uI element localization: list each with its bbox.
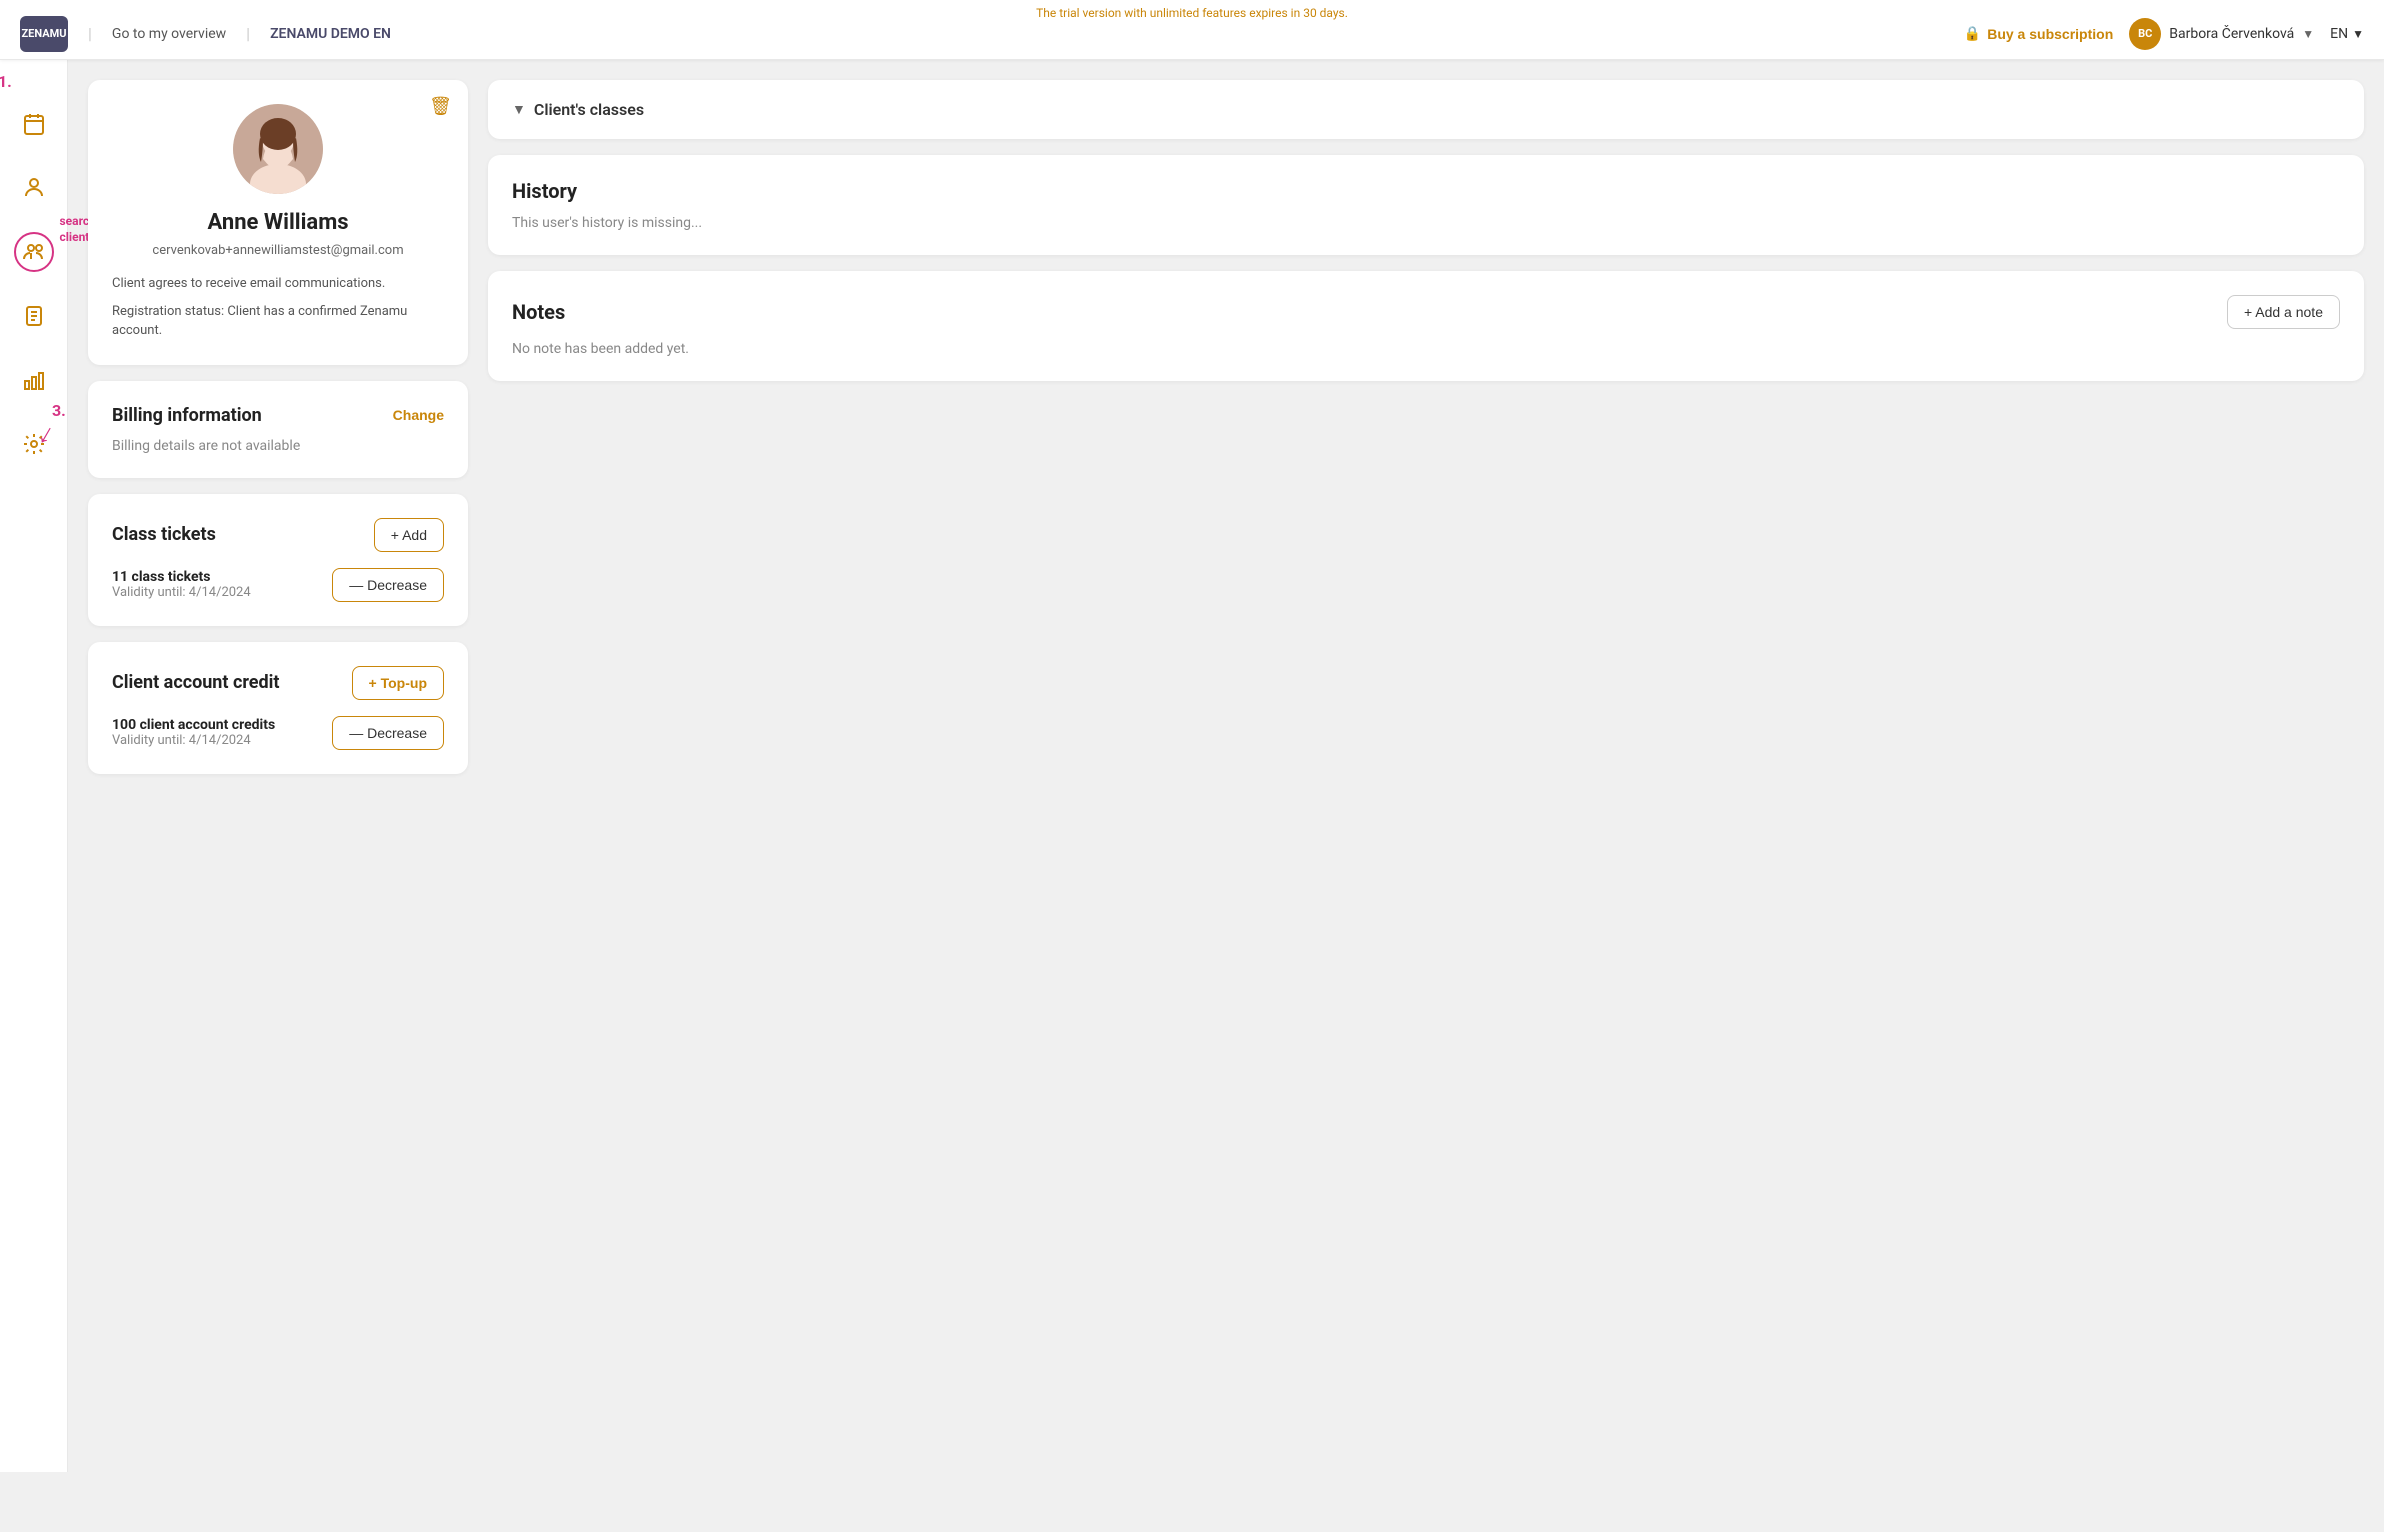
billing-detail: Billing details are not available (112, 438, 444, 454)
demo-label: ZENAMU DEMO EN (270, 26, 391, 42)
trial-banner: The trial version with unlimited feature… (1036, 6, 1348, 20)
class-tickets-card: Class tickets + Add 11 class tickets Val… (88, 494, 468, 626)
notes-empty-message: No note has been added yet. (512, 341, 2340, 357)
sidebar-item-analytics[interactable] (14, 360, 54, 400)
step3-annotation: 3. (52, 401, 66, 420)
lock-icon: 🔒 (1964, 25, 1981, 42)
sidebar-item-calendar[interactable] (14, 104, 54, 144)
language-selector[interactable]: EN ▼ (2330, 26, 2364, 42)
sidebar-item-person[interactable] (14, 168, 54, 208)
profile-email: cervenkovab+annewilliamstest@gmail.com (112, 243, 444, 258)
add-note-button[interactable]: + Add a note (2227, 295, 2340, 329)
sidebar: 1. 2. search forclient's name (0, 60, 68, 1472)
step1-annotation: 1. (0, 72, 12, 91)
add-ticket-button[interactable]: + Add (374, 518, 444, 552)
chevron-down-icon-classes: ▼ (512, 101, 526, 118)
ticket-validity: Validity until: 4/14/2024 (112, 585, 251, 600)
decrease-ticket-button[interactable]: — Decrease (332, 568, 444, 602)
billing-change-button[interactable]: Change (393, 407, 444, 423)
history-card: History This user's history is missing..… (488, 155, 2364, 255)
credit-count: 100 client account credits (112, 717, 275, 733)
nav-divider-2: | (246, 24, 250, 43)
client-credit-card: Client account credit + Top-up 100 clien… (88, 642, 468, 774)
nav-divider: | (88, 24, 92, 43)
buy-subscription-button[interactable]: 🔒 Buy a subscription (1964, 25, 2113, 42)
sidebar-item-clients[interactable] (14, 232, 54, 272)
credit-validity: Validity until: 4/14/2024 (112, 733, 275, 748)
clients-classes-card[interactable]: ▼ Client's classes (488, 80, 2364, 139)
profile-name: Anne Williams (112, 210, 444, 235)
profile-card: 🗑 Anne Williams cervenkovab+an (88, 80, 468, 365)
user-name: Barbora Červenková (2169, 26, 2294, 42)
profile-consent-note: Client agrees to receive email communica… (112, 274, 444, 341)
billing-title: Billing information (112, 405, 262, 426)
go-to-overview-link[interactable]: Go to my overview (112, 26, 226, 42)
sidebar-item-clipboard[interactable] (14, 296, 54, 336)
clients-classes-label: Client's classes (534, 100, 644, 119)
chevron-down-icon: ▼ (2302, 27, 2314, 41)
left-column: 🗑 Anne Williams cervenkovab+an (88, 80, 468, 1452)
class-tickets-title: Class tickets (112, 524, 216, 545)
right-column: ▼ Client's classes History This user's h… (488, 80, 2364, 1452)
profile-avatar (233, 104, 323, 194)
delete-profile-button[interactable]: 🗑 (429, 96, 452, 117)
chevron-down-icon-lang: ▼ (2352, 27, 2364, 41)
notes-card: Notes + Add a note No note has been adde… (488, 271, 2364, 381)
top-navigation: The trial version with unlimited feature… (0, 0, 2384, 60)
decrease-credit-button[interactable]: — Decrease (332, 716, 444, 750)
notes-title: Notes (512, 300, 565, 324)
ticket-count: 11 class tickets (112, 569, 251, 585)
history-title: History (512, 179, 2340, 203)
topup-button[interactable]: + Top-up (352, 666, 444, 700)
billing-card: 3. ↓ Billing information Change Billing … (88, 381, 468, 478)
history-empty-message: This user's history is missing... (512, 215, 2340, 231)
client-credit-title: Client account credit (112, 672, 279, 693)
